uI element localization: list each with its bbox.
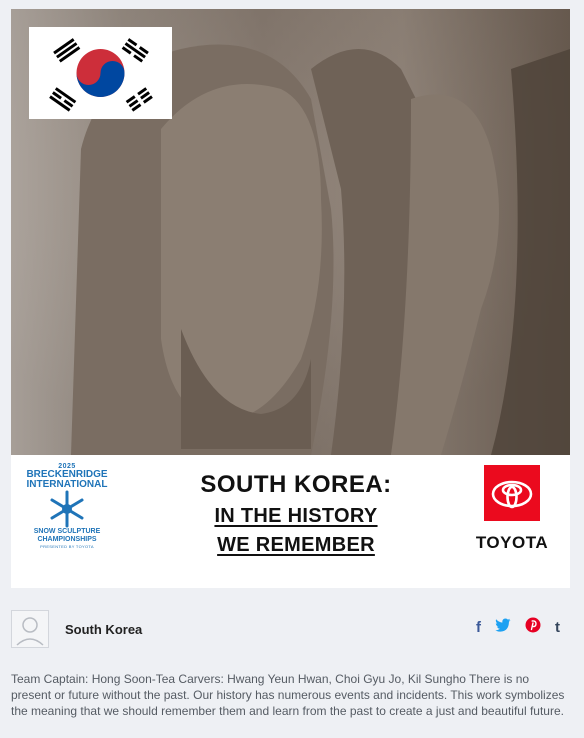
twitter-icon[interactable] bbox=[495, 618, 511, 636]
tumblr-icon[interactable]: t bbox=[555, 619, 560, 636]
event-banner: 2025 BRECKENRIDGE INTERNATIONAL SNOW SCU… bbox=[11, 455, 570, 588]
event-presented-by: PRESENTED BY TOYOTA bbox=[40, 544, 94, 549]
title-line1: SOUTH KOREA: bbox=[200, 471, 392, 498]
title-line2: IN THE HISTORY bbox=[214, 505, 378, 527]
social-share-bar: f t bbox=[476, 617, 560, 637]
toyota-wordmark: TOYOTA bbox=[475, 533, 549, 552]
author-name[interactable]: South Korea bbox=[65, 622, 142, 637]
sculpture-description: Team Captain: Hong Soon-Tea Carvers: Hwa… bbox=[11, 672, 565, 718]
pinterest-icon[interactable] bbox=[525, 617, 541, 637]
event-name-line3: SNOW SCULPTURE bbox=[33, 528, 101, 535]
facebook-icon[interactable]: f bbox=[476, 619, 481, 636]
title-line3: WE REMEMBER bbox=[217, 534, 375, 556]
event-name-line2: INTERNATIONAL bbox=[26, 479, 108, 490]
user-placeholder-icon bbox=[16, 617, 44, 646]
sculpture-title: SOUTH KOREA: IN THE HISTORY WE REMEMBER bbox=[131, 471, 461, 557]
toyota-logo: TOYOTA bbox=[466, 465, 558, 553]
event-name-line4: CHAMPIONSHIPS bbox=[37, 536, 97, 543]
sculpture-card: 2025 BRECKENRIDGE INTERNATIONAL SNOW SCU… bbox=[0, 0, 584, 738]
author-row: South Korea bbox=[11, 609, 142, 649]
avatar[interactable] bbox=[11, 610, 49, 648]
breckenridge-logo: 2025 BRECKENRIDGE INTERNATIONAL SNOW SCU… bbox=[21, 463, 113, 549]
snowflake-icon bbox=[21, 490, 113, 528]
toyota-emblem-icon bbox=[484, 465, 540, 521]
south-korea-flag bbox=[29, 27, 172, 119]
